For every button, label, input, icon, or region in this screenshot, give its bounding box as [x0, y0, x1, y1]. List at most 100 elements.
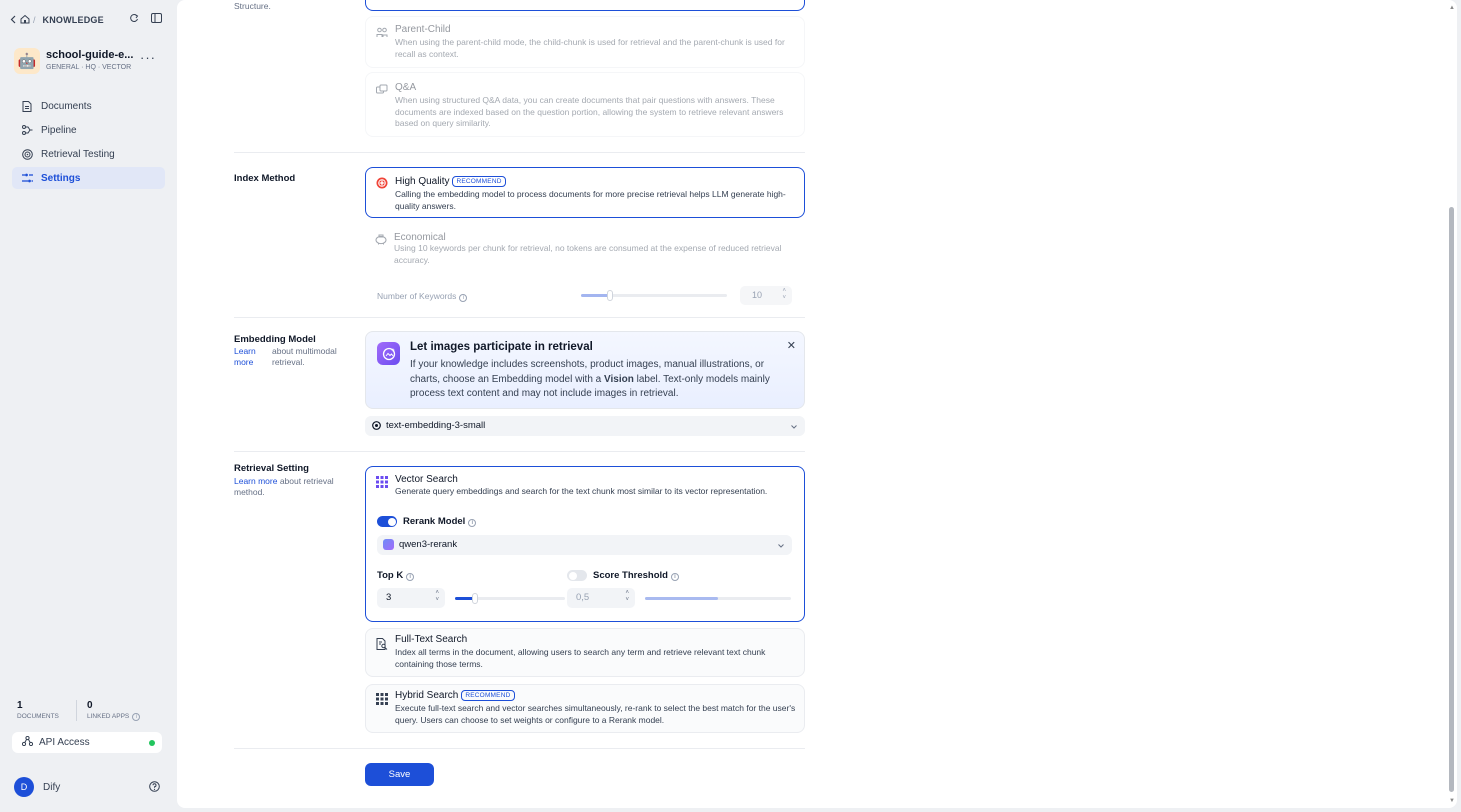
- keywords-label: Number of Keywords i: [377, 291, 468, 302]
- sidebar-item-settings[interactable]: Settings: [12, 167, 165, 189]
- info-icon[interactable]: i: [132, 713, 141, 721]
- option-title: Parent-Child: [395, 24, 451, 35]
- avatar: D: [14, 777, 34, 797]
- vector-search-option[interactable]: Vector Search Generate query embeddings …: [365, 466, 805, 622]
- openai-icon: [372, 421, 381, 433]
- dataset-card[interactable]: 🤖 school-guide-e... GENERAL · HQ · VECTO…: [14, 46, 164, 76]
- chevron-down-icon: [790, 422, 798, 433]
- slider-fill: [645, 597, 718, 600]
- refresh-icon[interactable]: [129, 13, 139, 25]
- scrollbar-thumb[interactable]: [1449, 207, 1454, 792]
- sidebar-item-pipeline[interactable]: Pipeline: [12, 119, 165, 141]
- index-high-quality-option[interactable]: High Quality RECOMMEND Calling the embedd…: [365, 167, 805, 218]
- option-title: High Quality: [395, 176, 450, 187]
- recommend-badge: RECOMMEND: [452, 176, 506, 187]
- target-icon: [21, 148, 33, 160]
- linked-apps-count: 0: [87, 700, 93, 711]
- score-threshold-input[interactable]: 0,5 ˄ ˅: [567, 588, 635, 608]
- score-threshold-toggle[interactable]: [567, 570, 587, 581]
- keywords-slider[interactable]: [581, 290, 727, 301]
- chunk-qa-option[interactable]: Q&A When using structured Q&A data, you …: [365, 72, 805, 137]
- sidebar-item-label: Pipeline: [41, 124, 77, 136]
- high-quality-icon: [376, 177, 388, 189]
- learn-more-link[interactable]: Learn more: [234, 346, 270, 368]
- document-icon: [21, 100, 33, 112]
- home-icon[interactable]: [20, 14, 30, 26]
- qa-icon: [376, 84, 388, 96]
- slider-fill: [581, 294, 611, 297]
- back-icon[interactable]: [10, 15, 16, 26]
- scroll-up-arrow[interactable]: ▲: [1449, 5, 1455, 11]
- chunk-parent-child-option[interactable]: Parent-Child When using the parent-child…: [365, 16, 805, 68]
- keywords-number-input[interactable]: 10 ˄ ˅: [740, 286, 792, 305]
- slider-thumb[interactable]: [607, 290, 614, 301]
- rerank-label: Rerank Model: [403, 516, 466, 527]
- api-icon: [21, 735, 34, 749]
- option-description: Execute full-text search and vector sear…: [395, 703, 796, 725]
- help-icon[interactable]: [149, 781, 160, 795]
- status-indicator: [149, 740, 155, 746]
- breadcrumb: / KNOWLEDGE: [10, 12, 166, 28]
- score-threshold-label: Score Threshold: [593, 570, 668, 581]
- embedding-model-select[interactable]: text-embedding-3-small: [365, 416, 805, 436]
- score-threshold-slider[interactable]: [645, 597, 791, 600]
- dataset-tags: GENERAL · HQ · VECTOR: [46, 64, 132, 71]
- rerank-model-select[interactable]: qwen3-rerank: [377, 535, 792, 555]
- top-k-input[interactable]: 3 ˄ ˅: [377, 588, 445, 608]
- sidebar-item-retrieval-testing[interactable]: Retrieval Testing: [12, 143, 165, 165]
- multimodal-tip-banner: Let images participate in retrieval If y…: [365, 331, 805, 409]
- sidebar-item-label: Retrieval Testing: [41, 148, 115, 160]
- settings-icon: [21, 172, 33, 184]
- option-description: Using 10 keywords per chunk for retrieva…: [394, 243, 782, 265]
- sidebar-item-documents[interactable]: Documents: [12, 95, 165, 117]
- banner-title: Let images participate in retrieval: [410, 341, 593, 353]
- slider-thumb[interactable]: [471, 593, 478, 604]
- chevron-down-icon: [777, 541, 785, 552]
- rerank-toggle[interactable]: [377, 516, 397, 527]
- sidebar-item-label: Documents: [41, 100, 92, 112]
- info-icon[interactable]: i: [670, 573, 679, 581]
- banner-description: If your knowledge includes screenshots, …: [410, 359, 770, 399]
- info-icon[interactable]: i: [459, 294, 468, 302]
- breadcrumb-knowledge[interactable]: KNOWLEDGE: [43, 15, 104, 25]
- chunk-general-option[interactable]: [365, 0, 805, 11]
- more-options-icon[interactable]: ···: [140, 50, 156, 65]
- api-access-button[interactable]: API Access: [12, 732, 162, 753]
- embedding-model-hint: about multimodal retrieval.: [272, 346, 337, 367]
- stepper-arrows[interactable]: ˄ ˅: [625, 590, 629, 604]
- option-description: When using the parent-child mode, the ch…: [395, 37, 785, 59]
- index-economical-option[interactable]: Economical Using 10 keywords per chunk f…: [365, 225, 805, 270]
- top-k-label: Top K: [377, 570, 404, 581]
- documents-label: DOCUMENTS: [17, 713, 59, 720]
- option-title: Economical: [394, 232, 446, 243]
- scroll-down-arrow[interactable]: ▼: [1449, 798, 1455, 804]
- top-k-slider[interactable]: [455, 593, 565, 604]
- sidebar: / KNOWLEDGE 🤖 school-guide-e... GENERAL …: [0, 0, 176, 812]
- stepper-arrows[interactable]: ˄ ˅: [435, 590, 439, 604]
- retrieval-setting-hint: Learn more about retrieval method.: [234, 476, 334, 497]
- rerank-model-value: qwen3-rerank: [399, 539, 458, 550]
- full-text-search-option[interactable]: Full-Text Search Index all terms in the …: [365, 628, 805, 677]
- option-description: When using structured Q&A data, you can …: [395, 95, 784, 128]
- piggy-bank-icon: [375, 233, 387, 245]
- dataset-avatar: 🤖: [14, 48, 40, 74]
- option-description: Calling the embedding model to process d…: [395, 189, 786, 211]
- hybrid-search-option[interactable]: Hybrid Search RECOMMEND Execute full-text…: [365, 684, 805, 733]
- learn-more-link[interactable]: Learn more: [234, 476, 277, 486]
- sidebar-item-label: Settings: [41, 172, 81, 184]
- grid-icon: [376, 693, 388, 705]
- sidebar-toggle-icon[interactable]: [151, 13, 162, 25]
- close-icon[interactable]: ✕: [787, 339, 796, 352]
- option-title: Q&A: [395, 82, 417, 93]
- option-description: Index all terms in the document, allowin…: [395, 647, 766, 669]
- save-button[interactable]: Save: [365, 763, 434, 786]
- info-icon[interactable]: i: [406, 573, 415, 581]
- info-icon[interactable]: i: [468, 519, 477, 527]
- stepper-arrows[interactable]: ˄ ˅: [782, 288, 786, 302]
- recommend-badge: RECOMMEND: [461, 690, 515, 701]
- embedding-model-label: Embedding Model: [234, 334, 316, 345]
- documents-count: 1: [17, 700, 23, 711]
- user-profile[interactable]: D Dify: [14, 777, 164, 797]
- scrollbar[interactable]: ▲ ▼: [1447, 0, 1457, 808]
- file-search-icon: [376, 638, 388, 650]
